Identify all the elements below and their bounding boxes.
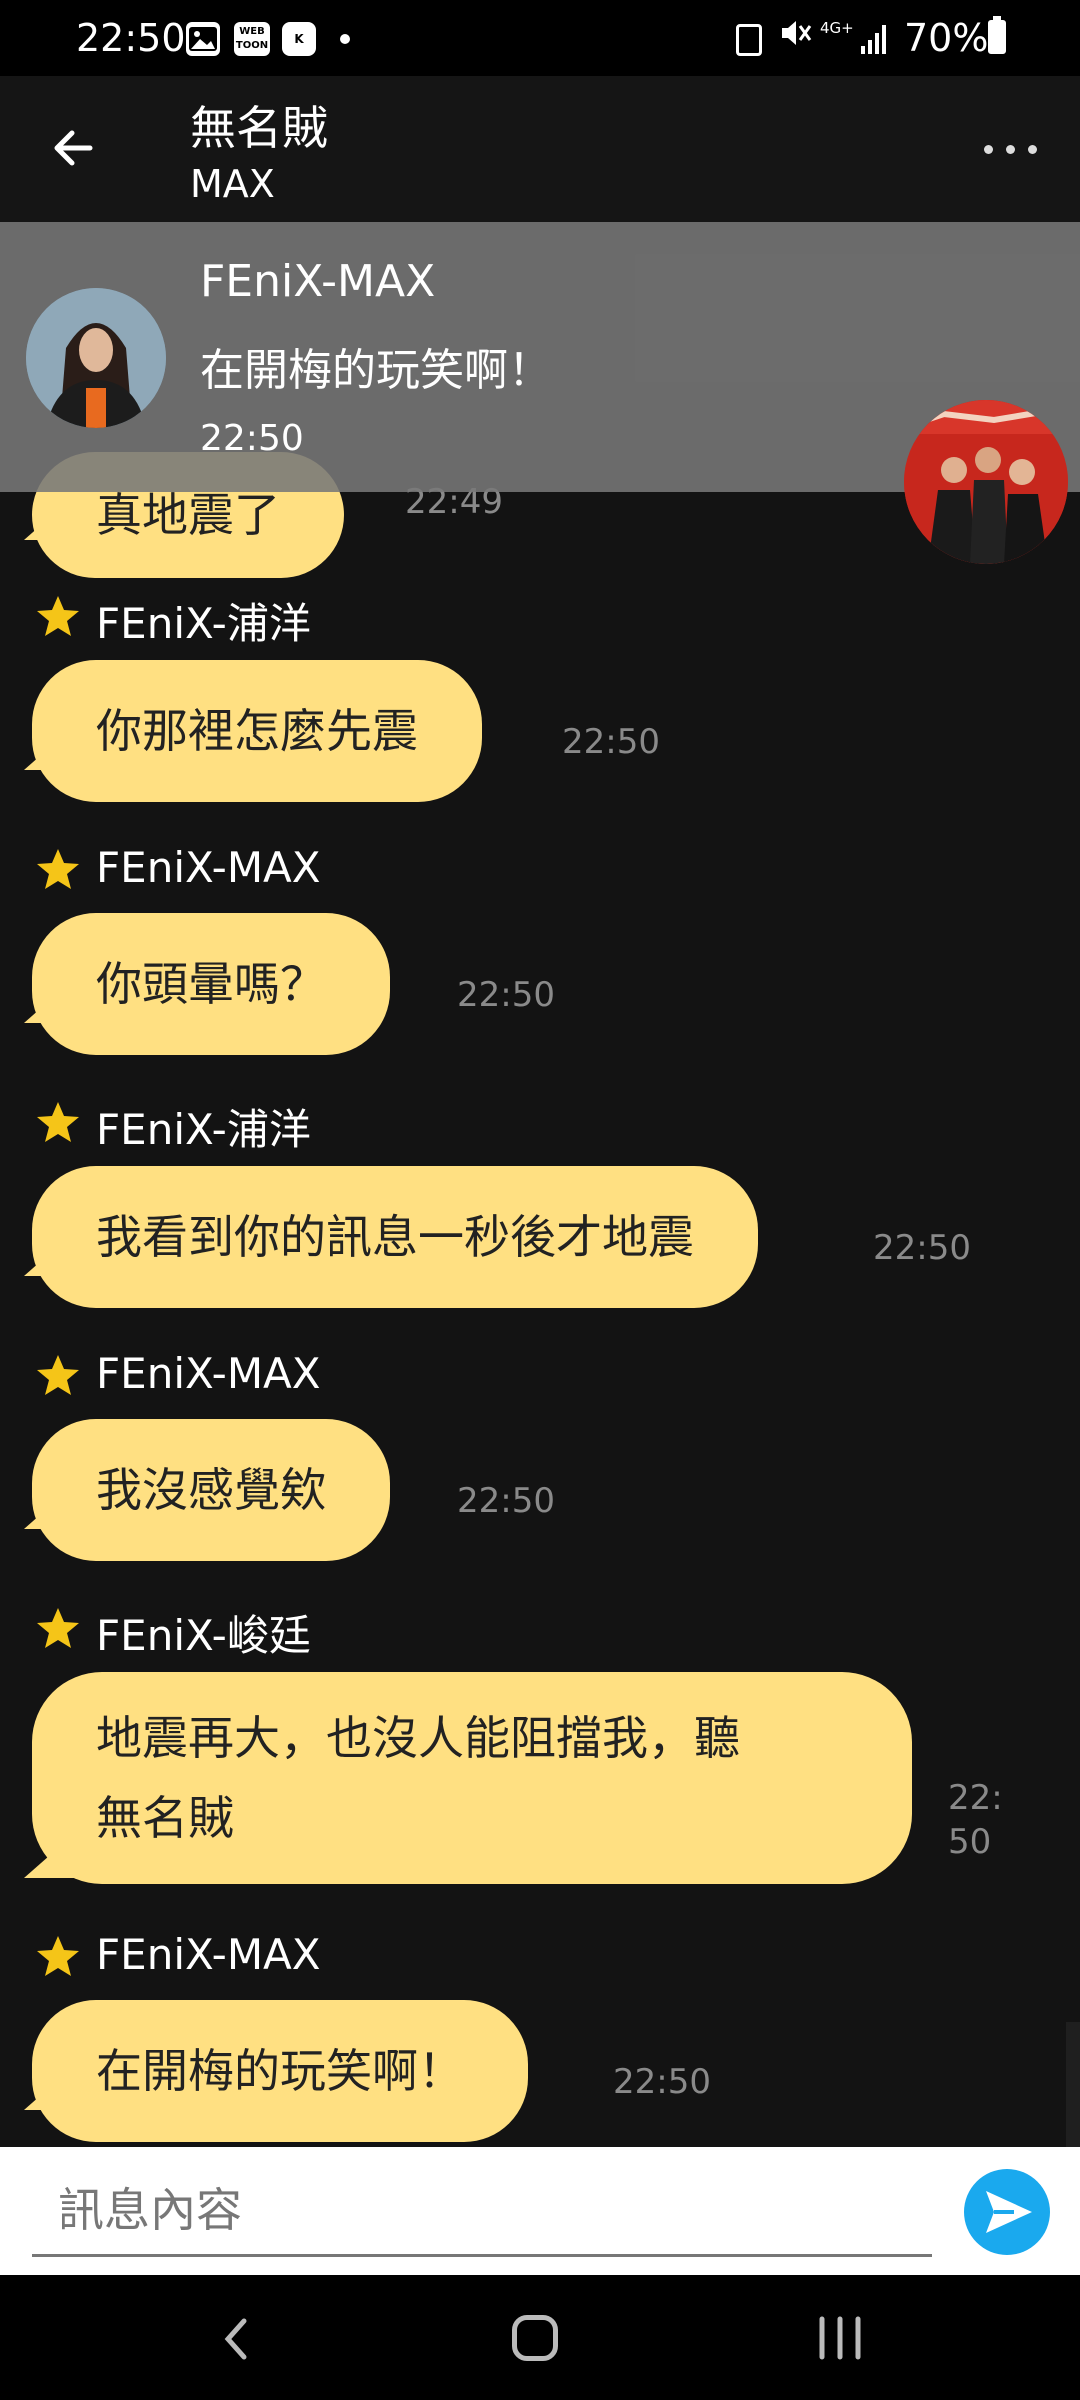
network-type: 4G+ (820, 19, 854, 37)
notification-text: 在開梅的玩笑啊！ (200, 345, 552, 396)
mute-icon (778, 16, 812, 52)
star-icon (37, 1608, 79, 1648)
person-avatar-icon (26, 288, 166, 428)
sender-name: FEniX-浦洋 (96, 599, 311, 648)
message-line: 無名賊 (96, 1791, 234, 1845)
notification-sender: FEniX-MAX (200, 256, 436, 307)
star-icon (37, 1936, 79, 1976)
star-icon (37, 849, 79, 889)
avatar (26, 288, 166, 428)
sender-name: FEniX-MAX (96, 1930, 321, 1979)
chat-title: 無名賊 (190, 101, 328, 155)
group-avatar-icon (904, 400, 1068, 564)
message-input[interactable] (32, 2165, 932, 2257)
scrollbar[interactable] (1066, 2022, 1080, 2147)
message-bubble[interactable]: 我看到你的訊息一秒後才地震 (32, 1166, 758, 1308)
message-line: 地震再大，也沒人能阻擋我，聽 (96, 1711, 740, 1765)
message-time: 22:50 (457, 1481, 555, 1521)
battery-icon (988, 16, 1006, 54)
chevron-left-icon (224, 2318, 247, 2360)
gallery-icon (186, 22, 220, 56)
signal-icon (860, 22, 890, 54)
nav-back-button[interactable] (210, 2311, 266, 2367)
more-horizontal-icon (984, 145, 993, 154)
message-bubble[interactable]: 你那裡怎麼先震 (32, 660, 482, 802)
send-icon (986, 2191, 1032, 2233)
sender-name: FEniX-MAX (96, 1349, 321, 1398)
k-app-icon: K (282, 22, 316, 56)
sender-name: FEniX-峻廷 (96, 1611, 311, 1660)
battery-percent: 70% (904, 16, 989, 60)
message-bubble[interactable]: 你頭暈嗎？ (32, 913, 390, 1055)
notification-time: 22:50 (200, 418, 304, 459)
system-nav-bar (0, 2275, 1080, 2400)
floating-chat-head[interactable] (904, 400, 1068, 564)
message-time: 22:50 (562, 722, 660, 762)
dot-icon (340, 34, 350, 44)
back-button[interactable] (46, 120, 102, 176)
star-icon (37, 1355, 79, 1395)
chat-header: 無名賊 MAX (0, 76, 1080, 222)
sender-name: FEniX-浦洋 (96, 1105, 311, 1154)
nav-home-button[interactable] (512, 2315, 558, 2361)
recents-icon (819, 2316, 861, 2360)
webtoon-icon: WEB TOON (234, 22, 270, 56)
message-bubble[interactable]: 在開梅的玩笑啊！ (32, 2000, 528, 2142)
nav-recents-button[interactable] (812, 2313, 868, 2363)
lock-icon (736, 24, 762, 56)
star-icon (37, 1102, 79, 1142)
status-bar: 22:50 WEB TOON K 4G+ 70% (0, 0, 1080, 76)
star-icon (37, 596, 79, 636)
message-time: 22:50 (873, 1228, 971, 1268)
message-time: 50 (948, 1822, 992, 1862)
message-compose-bar (0, 2147, 1080, 2275)
sender-name: FEniX-MAX (96, 843, 321, 892)
message-time: 22:50 (457, 975, 555, 1015)
message-time: 22: (948, 1778, 1003, 1818)
arrow-left-icon (54, 130, 93, 166)
send-button[interactable] (964, 2169, 1050, 2255)
message-time: 22:50 (613, 2062, 711, 2102)
message-bubble[interactable]: 地震再大，也沒人能阻擋我，聽 無名賊 (32, 1672, 912, 1884)
status-time: 22:50 (76, 16, 186, 60)
chat-subtitle: MAX (190, 162, 275, 206)
message-bubble[interactable]: 我沒感覺欸 (32, 1419, 390, 1561)
more-menu-button[interactable] (980, 136, 1040, 166)
